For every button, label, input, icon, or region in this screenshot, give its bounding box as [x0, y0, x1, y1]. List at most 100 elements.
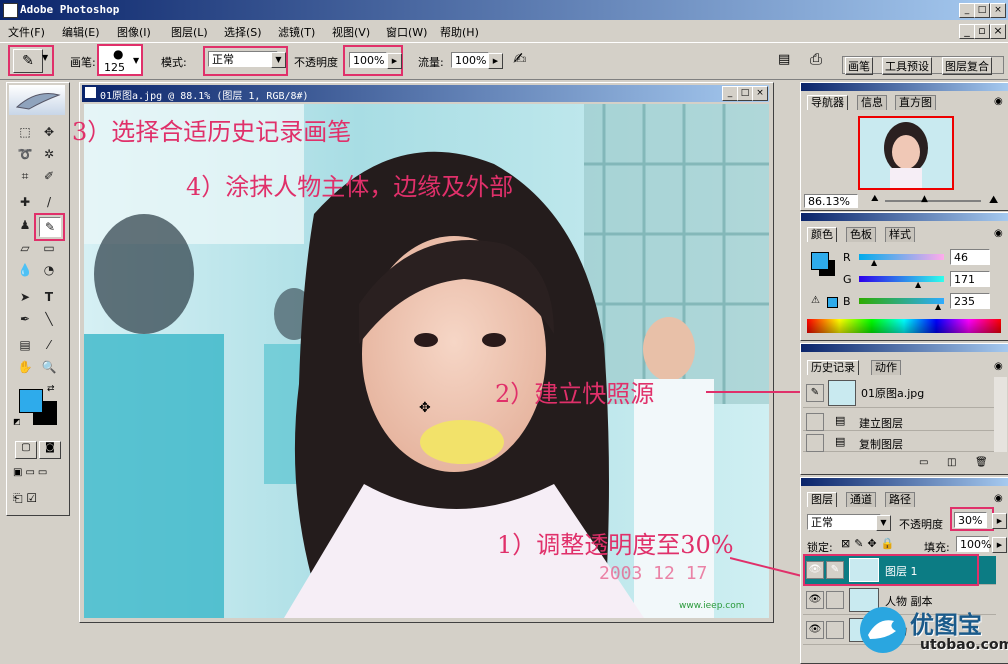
gamut-warning-icon[interactable]: ⚠	[811, 295, 820, 306]
lasso-icon[interactable]: ➰	[15, 145, 35, 163]
history-item[interactable]: ▤ 建立图层	[803, 410, 996, 431]
doc-minimize-button[interactable]: _	[959, 24, 975, 39]
minimize-button[interactable]: _	[959, 3, 975, 18]
panel-grip[interactable]	[801, 83, 1008, 91]
screen-mode-icons[interactable]: ▣▭▭	[13, 467, 63, 483]
type-icon[interactable]: T	[39, 288, 59, 306]
chevron-down-icon[interactable]: ▼	[271, 52, 286, 68]
tab-paths[interactable]: 路径	[885, 492, 915, 507]
menu-select[interactable]: 选择(S)	[224, 24, 262, 40]
hand-icon[interactable]: ✋	[15, 358, 35, 376]
zoom-out-icon[interactable]: ⛰	[871, 194, 879, 204]
gradient-icon[interactable]: ▭	[39, 239, 59, 257]
zoom-slider-thumb[interactable]: ▲	[921, 194, 928, 204]
path-select-icon[interactable]: ➤	[15, 288, 35, 306]
file-browser-icon[interactable]: ▤	[778, 52, 790, 67]
marquee-icon[interactable]: ⬚	[15, 123, 35, 141]
default-colors-icon[interactable]: ◩	[13, 417, 21, 426]
doc-window-close[interactable]: ×	[752, 86, 768, 101]
close-button[interactable]: ×	[990, 3, 1006, 18]
history-brush-tool-icon[interactable]: ✎	[39, 217, 61, 237]
color-fg-swatch[interactable]	[811, 252, 829, 270]
eye-icon[interactable]: 👁	[806, 621, 824, 639]
tab-layers[interactable]: 图层	[807, 492, 837, 507]
new-document-icon[interactable]: ▭	[919, 457, 928, 468]
tab-color[interactable]: 颜色	[807, 227, 837, 242]
stamp-icon[interactable]: ♟	[15, 216, 35, 234]
layer-opacity-input[interactable]: 30%	[954, 512, 987, 528]
eye-icon[interactable]: 👁	[806, 591, 824, 609]
menu-window[interactable]: 窗口(W)	[386, 24, 427, 40]
print-icon[interactable]: ⎙	[810, 50, 822, 68]
history-brush-source-icon[interactable]: ✎	[806, 384, 824, 402]
new-snapshot-icon[interactable]: ◫	[947, 457, 956, 468]
menu-view[interactable]: 视图(V)	[332, 24, 370, 40]
blend-mode-select[interactable]: 正常	[807, 514, 881, 530]
doc-window-maximize[interactable]: □	[737, 86, 753, 101]
zoom-in-icon[interactable]: ⛰	[989, 193, 998, 207]
tab-channels[interactable]: 通道	[846, 492, 876, 507]
tab-swatches[interactable]: 色板	[846, 227, 876, 242]
panel-grip[interactable]	[801, 344, 1008, 352]
tab-navigator[interactable]: 导航器	[807, 95, 848, 110]
zoom-input[interactable]: 86.13%	[804, 194, 858, 208]
chevron-down-icon[interactable]: ▼	[876, 515, 891, 531]
chevron-right-icon[interactable]: ▶	[992, 513, 1007, 529]
menu-layer[interactable]: 图层(L)	[171, 24, 208, 40]
fill-input[interactable]: 100%	[956, 536, 991, 552]
flow-input[interactable]: 100%	[451, 52, 489, 68]
doc-window-minimize[interactable]: _	[722, 86, 738, 101]
chevron-right-icon[interactable]: ▶	[387, 53, 402, 69]
tab-info[interactable]: 信息	[857, 95, 887, 110]
history-item[interactable]: ▤ 复制图层	[803, 431, 996, 452]
blur-icon[interactable]: 💧	[15, 261, 35, 279]
tab-styles[interactable]: 样式	[885, 227, 915, 242]
menu-help[interactable]: 帮助(H)	[440, 24, 479, 40]
g-slider[interactable]	[859, 276, 944, 282]
panel-menu-icon[interactable]: ◉	[994, 361, 1003, 372]
layer-link-slot[interactable]	[826, 621, 844, 639]
notes-icon[interactable]: ▤	[15, 336, 35, 354]
brush-icon[interactable]: /	[39, 193, 59, 211]
navigator-thumbnail[interactable]	[858, 116, 954, 190]
swap-colors-icon[interactable]: ⇄	[47, 384, 55, 394]
standard-mode-icon[interactable]: ▢	[15, 441, 37, 459]
airbrush-icon[interactable]: ✍	[513, 49, 526, 68]
menu-filter[interactable]: 滤镜(T)	[278, 24, 315, 40]
history-brush-source-slot[interactable]	[806, 413, 824, 431]
color-spectrum-bar[interactable]	[807, 319, 1001, 333]
history-snapshot-row[interactable]: ✎ 01原图a.jpg	[803, 377, 996, 408]
tab-histogram[interactable]: 直方图	[895, 95, 936, 110]
r-input[interactable]: 46	[950, 249, 990, 265]
maximize-button[interactable]: □	[974, 3, 990, 18]
chevron-down-icon[interactable]: ▼	[42, 53, 48, 62]
line-icon[interactable]: ╲	[39, 310, 59, 328]
zoom-slider[interactable]	[885, 200, 981, 202]
panel-grip[interactable]	[801, 478, 1008, 486]
jump-to-imageready-icon[interactable]: ⎗ ☑	[13, 491, 63, 509]
magic-wand-icon[interactable]: ✲	[39, 145, 59, 163]
eyedropper-icon[interactable]: ⁄	[39, 336, 59, 354]
b-input[interactable]: 235	[950, 293, 990, 309]
tab-layer-comps[interactable]: 图层复合	[942, 57, 992, 75]
opacity-input[interactable]: 100%	[349, 52, 387, 68]
g-slider-thumb[interactable]: ▲	[915, 280, 921, 289]
doc-restore-button[interactable]: ▫	[974, 24, 990, 39]
brush-picker[interactable]: ● 125 ▼	[97, 44, 143, 76]
panel-menu-icon[interactable]: ◉	[994, 228, 1003, 239]
tab-tool-presets[interactable]: 工具预设	[882, 57, 932, 75]
slice-icon[interactable]: ✐	[39, 167, 59, 185]
delete-icon[interactable]: 🗑	[975, 457, 988, 468]
panel-grip[interactable]	[801, 213, 1008, 221]
tab-brushes[interactable]: 画笔	[845, 57, 873, 75]
tab-history[interactable]: 历史记录	[807, 360, 859, 375]
b-slider-thumb[interactable]: ▲	[935, 302, 941, 311]
menu-file[interactable]: 文件(F)	[8, 24, 45, 40]
chevron-right-icon[interactable]: ▶	[992, 537, 1007, 553]
zoom-icon[interactable]: 🔍	[39, 358, 59, 376]
g-input[interactable]: 171	[950, 271, 990, 287]
layer-link-slot[interactable]	[826, 591, 844, 609]
tab-actions[interactable]: 动作	[871, 360, 901, 375]
mode-select[interactable]: 正常	[208, 51, 278, 67]
feather-logo-icon[interactable]	[9, 85, 65, 115]
